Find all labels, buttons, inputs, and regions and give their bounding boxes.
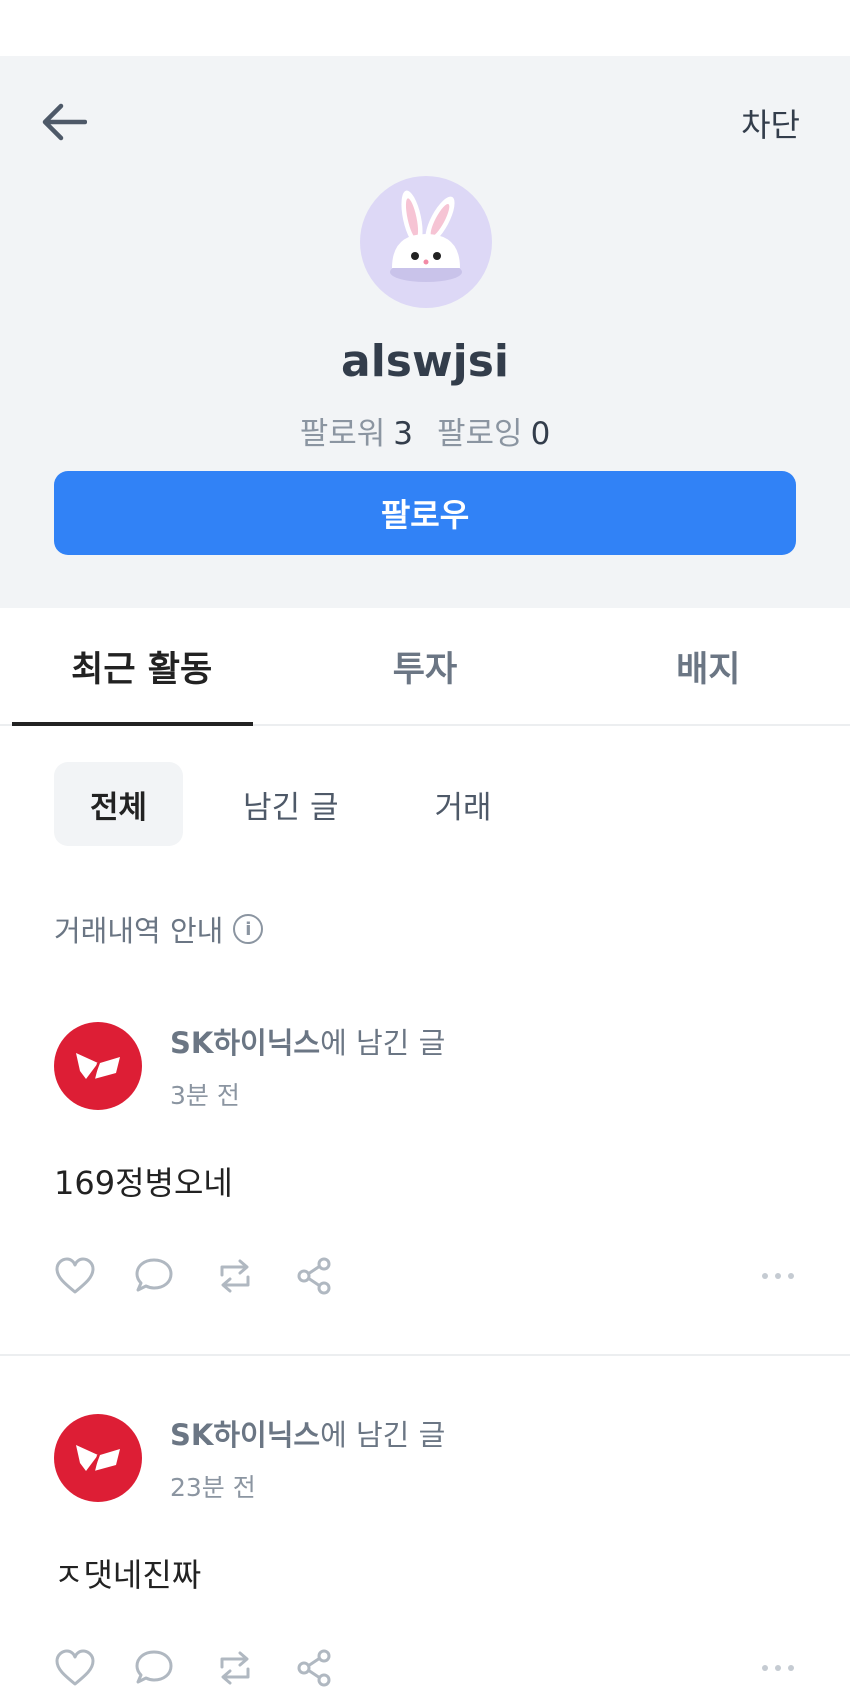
back-button[interactable] (36, 94, 92, 150)
followers-count[interactable]: 3 (393, 416, 413, 452)
comment-button[interactable] (134, 1254, 214, 1298)
post-body: ㅈ댓네진짜 (54, 1556, 202, 1594)
arrow-left-icon (42, 103, 87, 141)
stock-link[interactable]: SK하이닉스 (170, 1418, 320, 1452)
tab-badges[interactable]: 배지 (567, 608, 850, 724)
follow-button[interactable]: 팔로우 (54, 471, 796, 555)
profile-username: alswjsi (341, 336, 509, 387)
filter-all[interactable]: 전체 (54, 762, 184, 846)
heart-icon (55, 1649, 95, 1686)
share-button[interactable] (294, 1646, 374, 1690)
repost-icon (220, 1259, 250, 1293)
stock-link[interactable]: SK하이닉스 (170, 1026, 320, 1060)
like-button[interactable] (54, 1254, 134, 1298)
avatar (360, 176, 492, 308)
stock-logo-icon[interactable] (54, 1414, 142, 1502)
post-time: 3분 전 (170, 1081, 240, 1110)
list-item[interactable]: SK하이닉스에 남긴 글 23분 전 ㅈ댓네진짜 (0, 1412, 850, 1700)
comment-icon (135, 1650, 173, 1684)
stock-logo-icon[interactable] (54, 1022, 142, 1110)
trade-history-info-label: 거래내역 안내 (54, 914, 224, 948)
post-title: SK하이닉스에 남긴 글 (170, 1020, 445, 1062)
list-item[interactable]: SK하이닉스에 남긴 글 3분 전 169정병오네 (0, 1020, 850, 1356)
butterfly-icon (76, 1053, 120, 1080)
profile-header: 차단 alswjsi 팔로워 3 팔로잉 0 팔로우 (0, 56, 850, 608)
share-icon (297, 1257, 331, 1295)
tab-recent-activity[interactable]: 최근 활동 (0, 608, 283, 726)
comment-button[interactable] (134, 1646, 214, 1690)
post-title-suffix: 에 남긴 글 (320, 1026, 446, 1060)
filter-posts[interactable]: 남긴 글 (207, 762, 374, 846)
more-horizontal-icon (762, 1273, 794, 1279)
more-button[interactable] (760, 1254, 796, 1298)
post-time: 23분 전 (170, 1473, 256, 1502)
follow-counts: 팔로워 3 팔로잉 0 (0, 408, 850, 453)
main-tabs: 최근 활동 투자 배지 (0, 608, 850, 726)
comment-icon (135, 1258, 173, 1292)
butterfly-icon (76, 1445, 120, 1472)
info-icon: i (233, 914, 264, 944)
post-actions (54, 1254, 796, 1354)
repost-button[interactable] (214, 1254, 294, 1298)
tab-investment[interactable]: 투자 (283, 608, 566, 724)
following-label[interactable]: 팔로잉 (437, 416, 523, 452)
repost-icon (220, 1651, 250, 1685)
rabbit-avatar-icon (390, 190, 462, 282)
post-title-suffix: 에 남긴 글 (320, 1418, 446, 1452)
share-button[interactable] (294, 1254, 374, 1298)
trade-history-info[interactable]: 거래내역 안내 i (54, 908, 796, 950)
share-icon (297, 1649, 331, 1687)
post-title: SK하이닉스에 남긴 글 (170, 1412, 445, 1454)
activity-filter: 전체 남긴 글 거래 (0, 726, 850, 846)
heart-icon (55, 1257, 95, 1294)
post-body: 169정병오네 (54, 1164, 233, 1202)
following-count[interactable]: 0 (531, 416, 551, 452)
repost-button[interactable] (214, 1646, 294, 1690)
more-button[interactable] (760, 1646, 796, 1690)
block-button[interactable]: 차단 (741, 100, 800, 146)
followers-label[interactable]: 팔로워 (300, 416, 386, 452)
more-horizontal-icon (762, 1665, 794, 1671)
post-actions (54, 1646, 796, 1700)
like-button[interactable] (54, 1646, 134, 1690)
status-bar-spacer (0, 0, 850, 56)
filter-trades[interactable]: 거래 (398, 762, 527, 846)
